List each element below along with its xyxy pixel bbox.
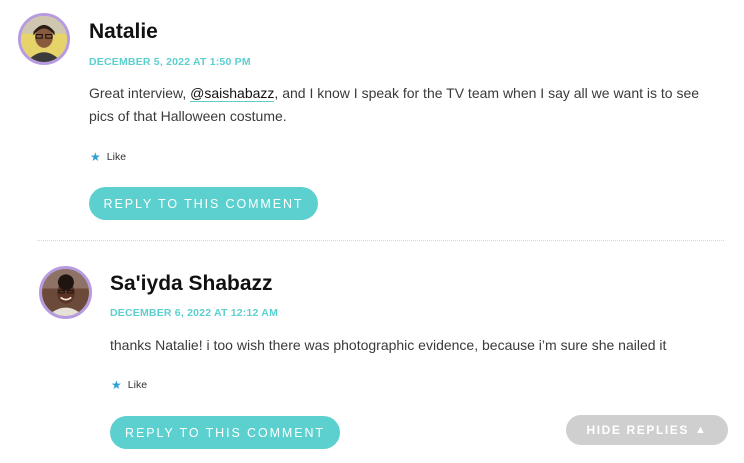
avatar-image bbox=[21, 16, 67, 62]
comment-text: Great interview, @saishabazz, and I know… bbox=[89, 82, 719, 128]
star-icon: ★ bbox=[111, 378, 122, 392]
star-icon: ★ bbox=[90, 150, 101, 164]
avatar-image bbox=[42, 269, 89, 316]
reply-button[interactable]: Reply to this comment bbox=[89, 187, 318, 220]
mention-link[interactable]: @saishabazz bbox=[190, 85, 275, 102]
caret-up-icon: ▲ bbox=[695, 424, 708, 436]
comments-section: Natalie December 5, 2022 at 1:50 pm Grea… bbox=[0, 0, 744, 463]
hide-replies-label: Hide Replies bbox=[586, 423, 690, 437]
like-label: Like bbox=[127, 379, 148, 391]
comment-natalie: Natalie December 5, 2022 at 1:50 pm Grea… bbox=[0, 0, 744, 240]
comment-text-part: Great interview, bbox=[89, 85, 191, 101]
comment-date-link[interactable]: December 6, 2022 at 12:12 am bbox=[110, 307, 278, 319]
like-button[interactable]: ★ Like bbox=[111, 379, 147, 391]
comment-text: thanks Natalie! i too wish there was pho… bbox=[110, 337, 667, 353]
like-button[interactable]: ★ Like bbox=[90, 151, 126, 163]
avatar[interactable] bbox=[18, 13, 70, 65]
comment-date-link[interactable]: December 5, 2022 at 1:50 pm bbox=[89, 56, 251, 68]
reply-button[interactable]: Reply to this comment bbox=[110, 416, 340, 449]
hide-replies-button[interactable]: Hide Replies ▲ bbox=[566, 415, 728, 445]
like-label: Like bbox=[106, 151, 127, 163]
comment-author: Sa'iyda Shabazz bbox=[110, 272, 273, 295]
comment-author: Natalie bbox=[89, 20, 158, 43]
avatar[interactable] bbox=[39, 266, 92, 319]
